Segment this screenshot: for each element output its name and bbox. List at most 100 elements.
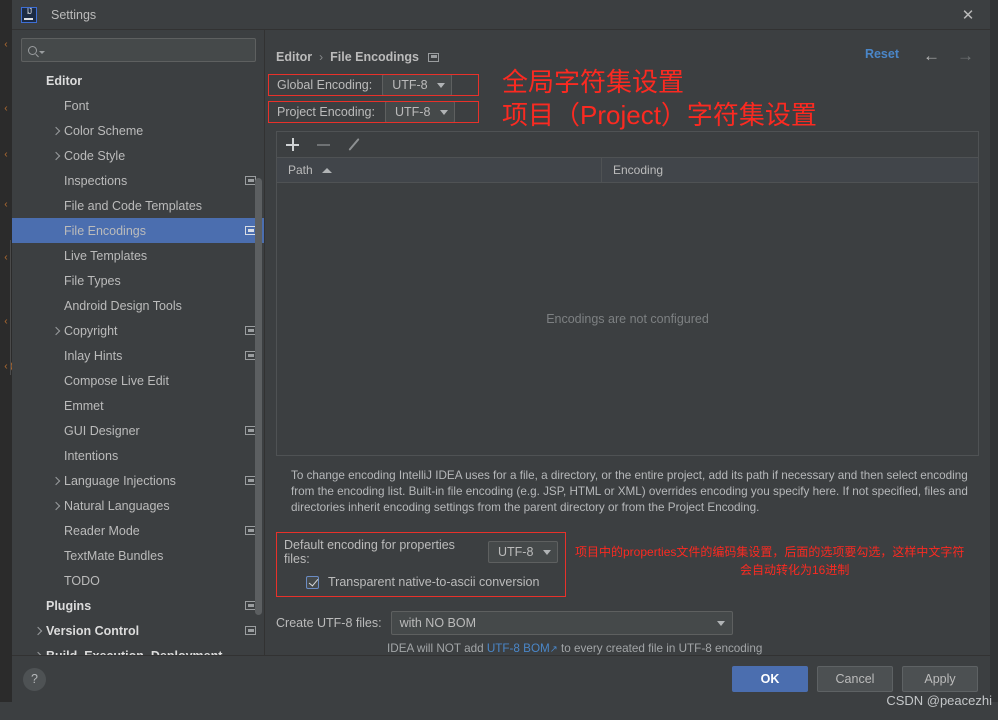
bg-code-line: ‹ bbox=[3, 253, 10, 264]
bg-code-line: ‹ bbox=[3, 150, 10, 161]
global-encoding-combo[interactable]: UTF-8 bbox=[382, 74, 453, 96]
sidebar-item-inlay-hints[interactable]: Inlay Hints bbox=[12, 343, 264, 368]
dialog-buttons: OK Cancel Apply bbox=[732, 666, 978, 692]
project-encoding-combo[interactable]: UTF-8 bbox=[384, 101, 455, 123]
bg-code-line: ‹ bbox=[3, 200, 10, 211]
sidebar-item-textmate-bundles[interactable]: TextMate Bundles bbox=[12, 543, 264, 568]
sidebar-item-reader-mode[interactable]: Reader Mode bbox=[12, 518, 264, 543]
sidebar-item-code-style[interactable]: Code Style bbox=[12, 143, 264, 168]
sidebar-item-label: Android Design Tools bbox=[64, 298, 182, 313]
sidebar-item-emmet[interactable]: Emmet bbox=[12, 393, 264, 418]
search-box[interactable] bbox=[21, 38, 256, 62]
bg-code-line: ‹ bbox=[3, 104, 10, 115]
column-header-encoding[interactable]: Encoding bbox=[602, 158, 978, 182]
sidebar-item-gui-designer[interactable]: GUI Designer bbox=[12, 418, 264, 443]
chevron-down-icon bbox=[437, 82, 446, 88]
create-utf8-row: Create UTF-8 files: with NO BOM bbox=[276, 611, 990, 635]
project-scope-icon bbox=[245, 626, 256, 635]
chevron-right-icon[interactable] bbox=[50, 478, 64, 484]
settings-tree: Editor Font Color Scheme Code Style Inspecti… bbox=[12, 68, 264, 655]
sidebar-item-label: TextMate Bundles bbox=[64, 548, 164, 563]
sidebar-item-copyright[interactable]: Copyright bbox=[12, 318, 264, 343]
remove-icon bbox=[317, 143, 330, 146]
sidebar-item-natural-languages[interactable]: Natural Languages bbox=[12, 493, 264, 518]
close-icon[interactable]: ✕ bbox=[946, 0, 990, 30]
global-encoding-row: Global Encoding: UTF-8 bbox=[268, 74, 479, 96]
sidebar-item-label: Font bbox=[64, 98, 90, 113]
sidebar-item-label: Color Scheme bbox=[64, 123, 144, 138]
table-toolbar bbox=[277, 132, 978, 158]
chevron-down-icon bbox=[716, 620, 725, 626]
sidebar-item-android-design-tools[interactable]: Android Design Tools bbox=[12, 293, 264, 318]
sidebar-item-plugins[interactable]: Plugins bbox=[12, 593, 264, 618]
settings-content: Editor › File Encodings Reset ← → Global… bbox=[265, 30, 990, 655]
column-header-path-label: Path bbox=[288, 163, 313, 177]
back-arrow-icon[interactable]: ← bbox=[923, 46, 940, 66]
table-empty-message: Encodings are not configured bbox=[546, 312, 709, 326]
sidebar-item-label: File Types bbox=[64, 273, 121, 288]
sidebar-item-label: Editor bbox=[46, 73, 83, 88]
cancel-button[interactable]: Cancel bbox=[817, 666, 893, 692]
chevron-right-icon[interactable] bbox=[50, 128, 64, 134]
sidebar-item-file-and-code-templates[interactable]: File and Code Templates bbox=[12, 193, 264, 218]
hint-prefix: IDEA will NOT add bbox=[387, 642, 487, 655]
sidebar-item-label: Inlay Hints bbox=[64, 348, 123, 363]
sidebar-item-todo[interactable]: TODO bbox=[12, 568, 264, 593]
sidebar-item-live-templates[interactable]: Live Templates bbox=[12, 243, 264, 268]
search-input[interactable] bbox=[45, 43, 255, 57]
sidebar-item-label: Intentions bbox=[64, 448, 119, 463]
project-encoding-value: UTF-8 bbox=[394, 105, 431, 119]
sidebar-item-label: Emmet bbox=[64, 398, 104, 413]
add-icon[interactable] bbox=[286, 138, 299, 151]
ok-button[interactable]: OK bbox=[732, 666, 808, 692]
create-utf8-value: with NO BOM bbox=[399, 616, 476, 630]
sidebar-item-compose-live-edit[interactable]: Compose Live Edit bbox=[12, 368, 264, 393]
sidebar-item-label: Version Control bbox=[46, 623, 140, 638]
native-to-ascii-checkbox[interactable] bbox=[306, 575, 319, 589]
project-encoding-row: Project Encoding: UTF-8 bbox=[268, 101, 479, 123]
sidebar-item-version-control[interactable]: Version Control bbox=[12, 618, 264, 643]
column-header-path[interactable]: Path bbox=[277, 158, 602, 182]
properties-encoding-combo[interactable]: UTF-8 bbox=[488, 541, 558, 563]
sidebar-item-inspections[interactable]: Inspections bbox=[12, 168, 264, 193]
dialog-body: Editor Font Color Scheme Code Style Inspecti… bbox=[12, 30, 990, 655]
sidebar-item-build-execution-deployment[interactable]: Build, Execution, Deployment bbox=[12, 643, 264, 656]
search-icon bbox=[28, 45, 37, 55]
sidebar-item-file-types[interactable]: File Types bbox=[12, 268, 264, 293]
sidebar-item-intentions[interactable]: Intentions bbox=[12, 443, 264, 468]
create-utf8-combo[interactable]: with NO BOM bbox=[390, 611, 733, 635]
sidebar-scrollbar[interactable] bbox=[255, 178, 262, 615]
bg-status-bar bbox=[0, 702, 998, 720]
properties-encoding-row: Default encoding for properties files: U… bbox=[284, 538, 558, 566]
sidebar-item-file-encodings[interactable]: File Encodings bbox=[12, 218, 264, 243]
sidebar-item-label: GUI Designer bbox=[64, 423, 140, 438]
chevron-right-icon[interactable] bbox=[50, 153, 64, 159]
properties-inner: Default encoding for properties files: U… bbox=[276, 532, 566, 597]
column-header-encoding-label: Encoding bbox=[613, 163, 664, 177]
chevron-down-icon bbox=[543, 549, 551, 555]
chevron-right-icon[interactable] bbox=[50, 328, 64, 334]
sort-ascending-icon bbox=[321, 167, 332, 173]
chevron-down-icon bbox=[439, 109, 448, 115]
chevron-right-icon[interactable] bbox=[50, 503, 64, 509]
breadcrumb-separator-icon: › bbox=[319, 50, 324, 64]
bg-code-line: ‹ bbox=[3, 40, 10, 51]
help-icon[interactable]: ? bbox=[23, 667, 46, 691]
sidebar-item-editor[interactable]: Editor bbox=[12, 68, 264, 93]
dialog-footer: ? OK Cancel Apply bbox=[12, 655, 990, 702]
breadcrumb-parent[interactable]: Editor bbox=[276, 50, 312, 64]
sidebar-item-label: Language Injections bbox=[64, 473, 176, 488]
sidebar-item-language-injections[interactable]: Language Injections bbox=[12, 468, 264, 493]
sidebar-item-label: File and Code Templates bbox=[64, 198, 203, 213]
reset-link[interactable]: Reset bbox=[865, 47, 899, 61]
global-encoding-label: Global Encoding: bbox=[277, 78, 373, 92]
apply-button[interactable]: Apply bbox=[902, 666, 978, 692]
native-to-ascii-row: Transparent native-to-ascii conversion bbox=[306, 575, 558, 589]
global-encoding-value: UTF-8 bbox=[392, 78, 428, 92]
encodings-table-panel: Path Encoding Encodings are not configur… bbox=[276, 131, 979, 456]
sidebar-item-font[interactable]: Font bbox=[12, 93, 264, 118]
chevron-right-icon[interactable] bbox=[32, 628, 46, 634]
bg-right-strip bbox=[990, 0, 998, 702]
utf8-bom-link[interactable]: UTF-8 BOM bbox=[487, 642, 550, 655]
sidebar-item-color-scheme[interactable]: Color Scheme bbox=[12, 118, 264, 143]
